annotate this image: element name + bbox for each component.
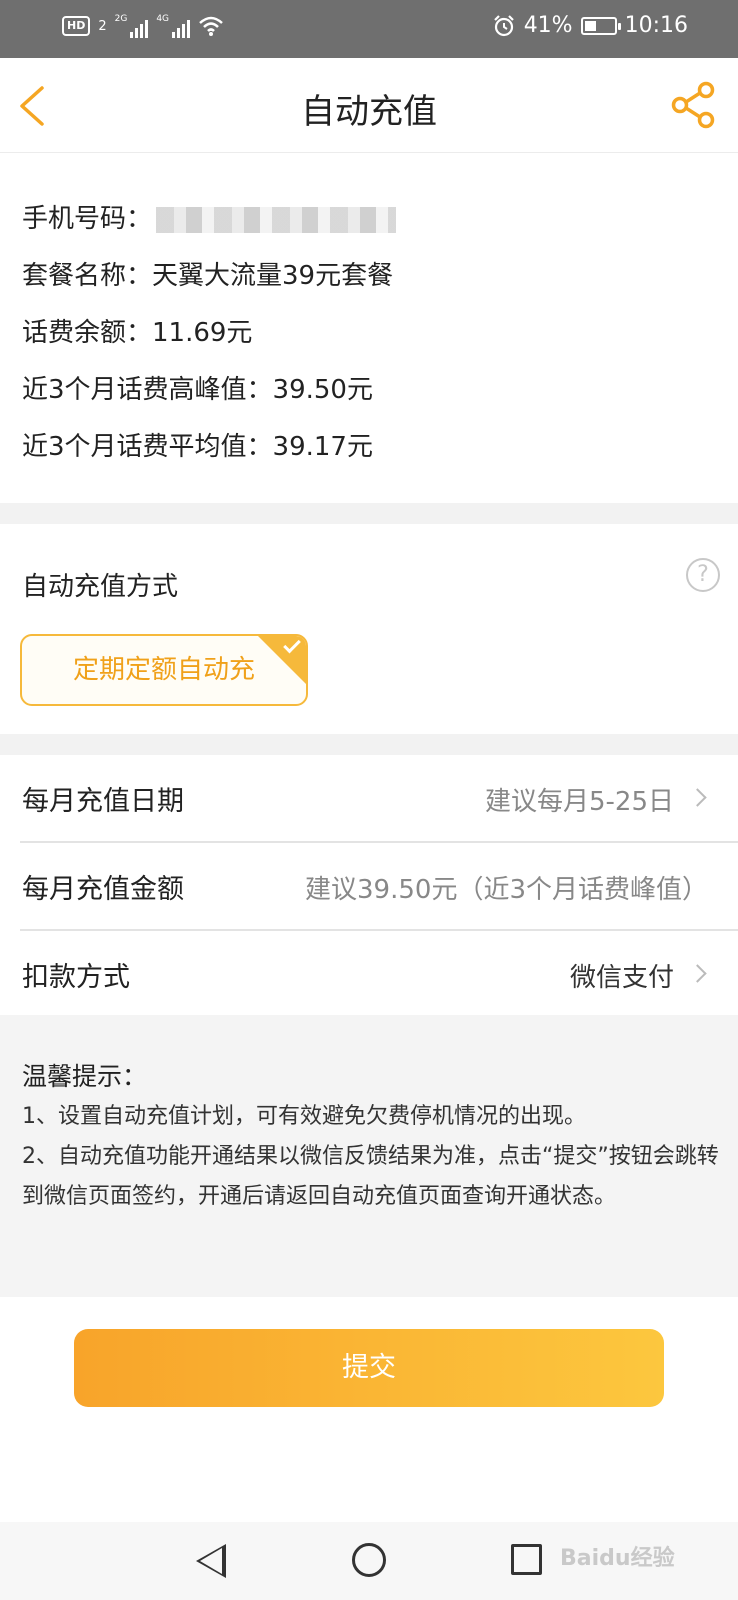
nav-recents-icon[interactable] — [511, 1544, 542, 1575]
method-option-fixed[interactable]: 定期定额自动充 — [20, 634, 308, 706]
row-payment-method[interactable]: 扣款方式 微信支付 — [0, 931, 738, 1017]
signal-icon-4g: 4G — [156, 14, 191, 38]
net-type-2g: 2G — [114, 14, 128, 24]
tips-title: 温馨提示： — [22, 1062, 148, 1091]
system-nav-bar: Baidu经验 — [0, 1522, 738, 1600]
chevron-right-icon — [688, 788, 707, 807]
row-value: 建议每月5-25日 — [484, 787, 674, 817]
status-bar: HD 2 2G 4G 41% 10:16 — [0, 0, 738, 58]
clock: 10:16 — [624, 13, 688, 38]
peak-charge: 近3个月话费高峰值：39.50元 — [22, 375, 373, 405]
phone-line: 手机号码： — [22, 191, 738, 248]
page-title: 自动充值 — [301, 92, 437, 132]
plan-name: 套餐名称：天翼大流量39元套餐 — [22, 261, 394, 291]
wifi-icon — [199, 16, 223, 36]
settings-list: 每月充值日期 建议每月5-25日 每月充值金额 建议39.50元（近3个月话费峰… — [0, 755, 738, 1015]
method-option-label: 定期定额自动充 — [72, 655, 255, 685]
app-header: 自动充值 — [0, 58, 738, 153]
average-charge: 近3个月话费平均值：39.17元 — [22, 432, 373, 462]
hd-label: HD — [67, 19, 86, 32]
battery-percent: 41% — [523, 13, 573, 38]
sim-index: 2 — [98, 18, 107, 34]
share-icon[interactable] — [670, 80, 718, 130]
tip-1: 1、设置自动充值计划，可有效避免欠费停机情况的出现。 — [22, 1104, 586, 1129]
row-recharge-amount[interactable]: 每月充值金额 建议39.50元（近3个月话费峰值） — [0, 843, 738, 929]
status-left: HD 2 2G 4G — [62, 14, 224, 38]
net-type-4g: 4G — [156, 14, 170, 24]
phone-label: 手机号码： — [22, 204, 153, 234]
row-label: 扣款方式 — [22, 962, 130, 993]
balance: 话费余额：11.69元 — [22, 318, 253, 348]
tips-section: 温馨提示： 1、设置自动充值计划，可有效避免欠费停机情况的出现。 2、自动充值功… — [0, 1015, 738, 1297]
row-recharge-date[interactable]: 每月充值日期 建议每月5-25日 — [0, 755, 738, 841]
alarm-icon — [493, 14, 514, 36]
phone-number-redacted — [156, 206, 397, 233]
row-label: 每月充值日期 — [22, 786, 184, 817]
help-icon[interactable]: ? — [686, 558, 720, 592]
status-right: 41% 10:16 — [492, 13, 688, 38]
tip-2: 2、自动充值功能开通结果以微信反馈结果为准，点击“提交”按钮会跳转到微信页面签约… — [22, 1144, 719, 1209]
submit-area: 提交 — [0, 1297, 738, 1522]
signal-icon-2g: 2G — [115, 14, 149, 38]
submit-button[interactable]: 提交 — [74, 1329, 664, 1407]
row-value: 微信支付 — [569, 963, 674, 993]
method-title: 自动充值方式 — [22, 572, 179, 602]
row-value: 建议39.50元（近3个月话费峰值） — [305, 875, 708, 905]
watermark: Baidu经验 — [560, 1546, 675, 1571]
account-info: 手机号码： 套餐名称：天翼大流量39元套餐 话费余额：11.69元 近3个月话费… — [0, 153, 738, 503]
recharge-method-section: 自动充值方式 ? 定期定额自动充 — [0, 524, 738, 734]
nav-home-icon[interactable] — [352, 1543, 386, 1577]
chevron-right-icon — [688, 964, 707, 983]
hd-icon: HD — [62, 16, 91, 36]
help-glyph: ? — [697, 562, 709, 587]
battery-icon — [580, 16, 621, 35]
nav-back-icon[interactable] — [196, 1544, 226, 1578]
row-label: 每月充值金额 — [22, 874, 184, 905]
